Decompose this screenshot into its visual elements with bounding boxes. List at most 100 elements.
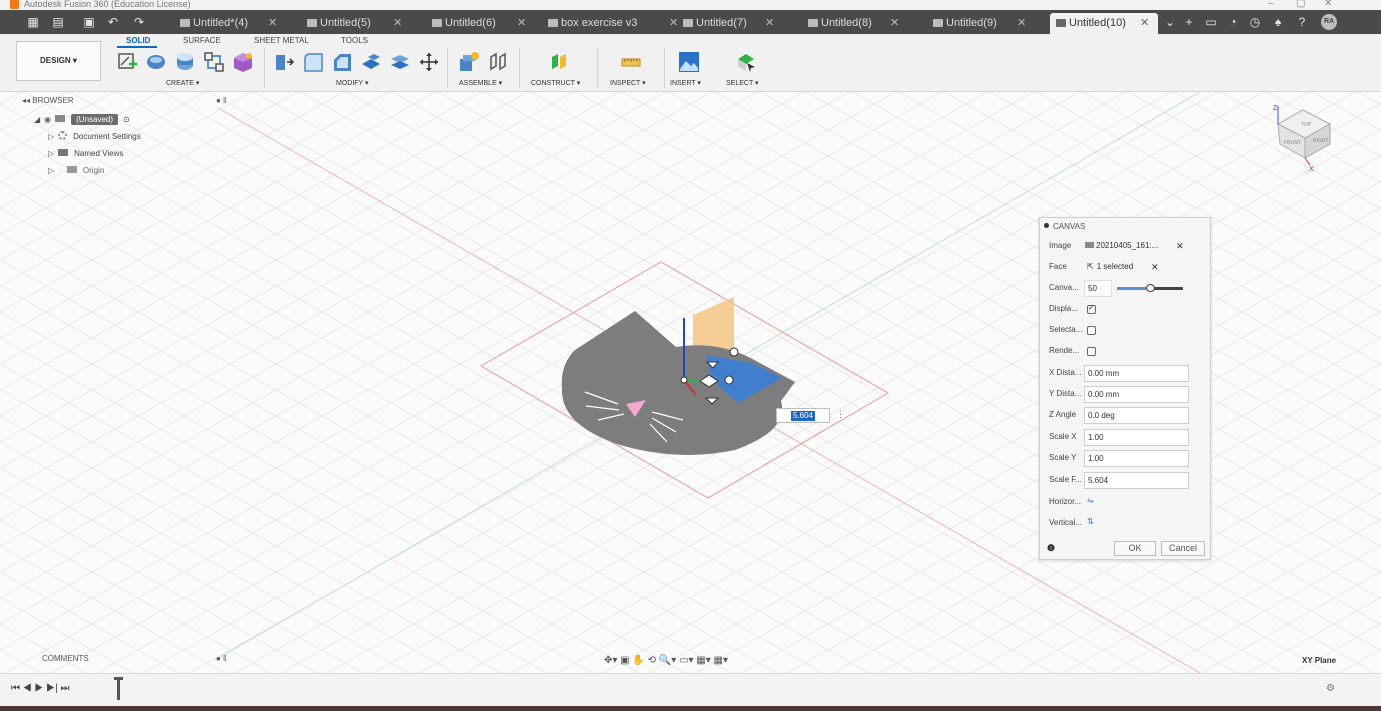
flip-horizontal-icon[interactable]: ⇋ [1087, 496, 1094, 505]
extrude-icon[interactable] [174, 51, 196, 73]
pattern-icon[interactable] [203, 51, 225, 73]
tab-box-exercise[interactable]: box exercise v3 ✕ [548, 13, 678, 34]
close-window-icon[interactable]: ✕ [1324, 0, 1332, 9]
tab-untitled-4[interactable]: Untitled*(4) ✕ [180, 13, 290, 34]
browser-root-item[interactable]: ◢ ◉ (Unsaved) ⊙ [34, 114, 130, 126]
save-icon[interactable]: ▣ [82, 13, 96, 31]
select-icon[interactable] [735, 51, 757, 73]
ok-button[interactable]: OK [1114, 541, 1156, 556]
chamfer-icon[interactable] [331, 51, 353, 73]
dialog-collapse-icon[interactable] [1044, 223, 1049, 228]
visibility-eye-icon[interactable]: ◉ [44, 115, 51, 124]
create-sketch-icon[interactable] [116, 51, 138, 73]
joint-icon[interactable] [487, 51, 509, 73]
workspace-switcher-button[interactable]: DESIGN ▾ [16, 41, 101, 81]
history-icon[interactable]: ◷ [1247, 13, 1263, 31]
construct-menu[interactable]: CONSTRUCT ▾ [531, 79, 580, 87]
flip-vertical-icon[interactable]: ⇅ [1087, 517, 1094, 526]
close-tab-icon[interactable]: ✕ [1017, 13, 1026, 33]
clear-image-icon[interactable]: ✕ [1176, 241, 1184, 252]
combine-icon[interactable] [389, 51, 411, 73]
tab-untitled-5[interactable]: Untitled(5) ✕ [307, 13, 417, 34]
scale-x-input[interactable]: 1.00 [1084, 429, 1189, 446]
inspect-menu[interactable]: INSPECT ▾ [610, 79, 646, 87]
undo-icon[interactable]: ↶ [103, 13, 123, 31]
expand-triangle-icon[interactable]: ▷ [48, 131, 54, 143]
tab-untitled-7[interactable]: Untitled(7) ✕ [683, 13, 793, 34]
cancel-button[interactable]: Cancel [1161, 541, 1205, 556]
comments-pin-icon[interactable]: ● ‖ [216, 654, 226, 663]
opacity-input[interactable]: 50 [1084, 280, 1112, 297]
timeline-marker[interactable] [117, 678, 120, 700]
tab-solid[interactable]: SOLID [126, 36, 150, 45]
scale-y-input[interactable]: 1.00 [1084, 450, 1189, 467]
create-box-icon[interactable] [232, 51, 254, 73]
close-tab-icon[interactable]: ✕ [890, 13, 899, 33]
maximize-icon[interactable]: ▢ [1296, 0, 1305, 9]
close-tab-icon[interactable]: ✕ [517, 13, 526, 33]
browser-item-named-views[interactable]: ▷ Named Views [48, 148, 123, 160]
extensions-icon[interactable]: ◔ [1225, 13, 1241, 31]
display-checkbox[interactable] [1087, 303, 1096, 314]
comments-panel-header[interactable]: COMMENTS ● ‖ [22, 654, 232, 666]
expand-triangle-icon[interactable]: ▷ [48, 165, 54, 177]
tab-sheet-metal[interactable]: SHEET METAL [254, 36, 309, 45]
insert-menu[interactable]: INSERT ▾ [670, 79, 701, 87]
minimize-icon[interactable]: – [1268, 0, 1274, 9]
x-distance-input[interactable]: 0.00 mm [1084, 365, 1189, 382]
scale-factor-input[interactable]: 5.604 [1084, 472, 1189, 489]
notifications-icon[interactable]: ♠ [1270, 13, 1286, 31]
new-component-icon[interactable] [458, 51, 480, 73]
timeline-playback-controls[interactable]: ⏮ ◀ ▶ ▶| ⏭ [11, 683, 69, 694]
tab-untitled-6[interactable]: Untitled(6) ✕ [432, 13, 542, 34]
tab-untitled-10[interactable]: Untitled(10) ✕ [1050, 13, 1158, 34]
offset-plane-icon[interactable] [549, 51, 571, 73]
info-icon[interactable]: ❶ [1047, 543, 1055, 554]
close-tab-icon[interactable]: ✕ [268, 13, 277, 33]
job-status-icon[interactable]: ▭ [1203, 13, 1219, 31]
data-panel-icon[interactable]: ▦ [26, 13, 40, 31]
new-tab-icon[interactable]: + [1181, 13, 1197, 31]
tab-untitled-9[interactable]: Untitled(9) ✕ [933, 13, 1043, 34]
view-cube[interactable]: TOP FRONT RIGHT Z X [1268, 102, 1338, 172]
shell-icon[interactable] [360, 51, 382, 73]
close-tab-icon[interactable]: ✕ [765, 13, 774, 33]
browser-panel-header[interactable]: ◂◂ BROWSER ● ‖ [22, 96, 232, 108]
opacity-slider-track[interactable] [1117, 284, 1183, 292]
browser-item-origin[interactable]: ▷ ◌ Origin [48, 165, 104, 177]
tab-tools[interactable]: TOOLS [341, 36, 368, 45]
tab-untitled-8[interactable]: Untitled(8) ✕ [808, 13, 918, 34]
z-angle-input[interactable]: 0.0 deg [1084, 407, 1189, 424]
select-menu[interactable]: SELECT ▾ [726, 79, 759, 87]
close-tab-icon[interactable]: ✕ [1140, 13, 1149, 33]
measure-icon[interactable] [620, 51, 642, 73]
dimension-options-icon[interactable]: ⋮ [836, 409, 845, 420]
insert-canvas-icon[interactable] [678, 51, 700, 73]
activate-component-icon[interactable]: ⊙ [123, 115, 130, 124]
move-icon[interactable] [418, 51, 440, 73]
fillet-icon[interactable] [302, 51, 324, 73]
close-tab-icon[interactable]: ✕ [393, 13, 402, 33]
browser-pin-icon[interactable]: ● ‖ [216, 96, 226, 105]
redo-icon[interactable]: ↷ [128, 13, 150, 31]
timeline-settings-gear-icon[interactable]: ⚙ [1326, 683, 1335, 694]
help-icon[interactable]: ? [1294, 13, 1310, 31]
opacity-slider-thumb[interactable] [1145, 284, 1155, 292]
browser-item-document-settings[interactable]: ▷ Document Settings [48, 131, 141, 143]
clear-face-icon[interactable]: ✕ [1151, 262, 1159, 273]
close-tab-icon[interactable]: ✕ [669, 13, 678, 33]
tab-surface[interactable]: SURFACE [183, 36, 221, 45]
selectable-checkbox[interactable] [1087, 326, 1096, 335]
tab-overflow-icon[interactable]: ⌄ [1162, 13, 1178, 31]
origin-point[interactable] [680, 376, 688, 384]
expand-triangle-icon[interactable]: ◢ [34, 114, 40, 126]
file-menu-icon[interactable]: ▤ [48, 13, 68, 31]
assemble-menu[interactable]: ASSEMBLE ▾ [459, 79, 502, 87]
face-selection-chip[interactable]: ⇱ 1 selected [1087, 262, 1133, 271]
press-pull-icon[interactable] [273, 51, 295, 73]
hidden-eye-icon[interactable]: ◌ [58, 166, 63, 175]
modify-menu[interactable]: MODIFY ▾ [336, 79, 369, 87]
navigation-toolbar[interactable]: ✥▾ ▣ ✋ ⟲ 🔍▾ ▭▾ ▦▾ ▦▾ [604, 655, 728, 666]
user-avatar[interactable]: RA [1321, 14, 1337, 30]
scale-dimension-input[interactable]: 5.604 [776, 408, 830, 423]
